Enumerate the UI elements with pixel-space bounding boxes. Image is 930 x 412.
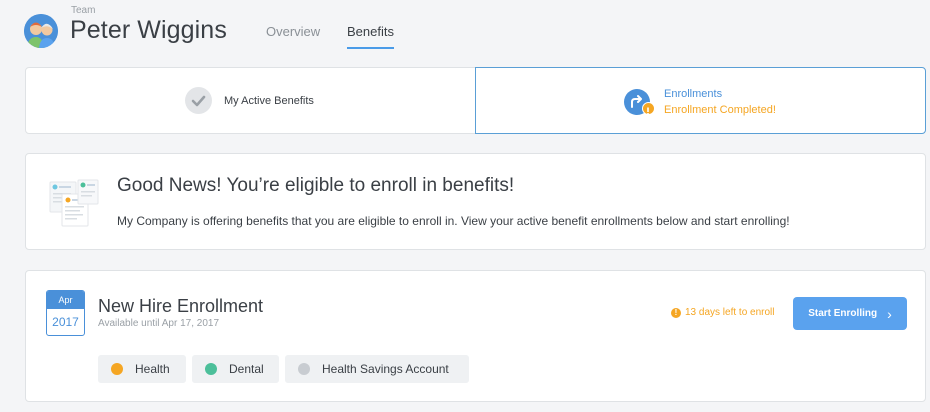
enrollment-status: Enrollment Completed! [664, 104, 776, 116]
benefit-chip-health: Health [98, 355, 186, 383]
tab-overview[interactable]: Overview [266, 24, 320, 39]
checkmark-icon [185, 87, 212, 114]
health-icon [111, 363, 123, 375]
chevron-right-icon: › [887, 305, 892, 322]
calendar-year: 2017 [52, 315, 79, 329]
eligibility-card: Good News! You’re eligible to enroll in … [25, 153, 926, 250]
enrollment-card: Apr 2017 New Hire Enrollment Available u… [25, 270, 926, 402]
enrollment-title: New Hire Enrollment [98, 296, 264, 316]
enrollment-availability: Available until Apr 17, 2017 [98, 318, 220, 329]
warning-icon: ! [671, 307, 681, 318]
documents-illustration-icon [48, 178, 102, 230]
enrollments-card[interactable]: Enrollments Enrollment Completed! [475, 67, 926, 134]
start-enrolling-label: Start Enrolling [808, 308, 878, 319]
umbrella-icon [298, 363, 310, 375]
my-active-benefits-card[interactable]: My Active Benefits [25, 67, 476, 134]
enrollments-title: Enrollments [664, 88, 723, 100]
benefit-chip-label: Health [135, 362, 170, 376]
tooth-icon [205, 363, 217, 375]
avatar [24, 14, 58, 48]
team-label: Team [71, 5, 96, 16]
benefit-chip-label: Health Savings Account [322, 362, 449, 376]
days-left-text: 13 days left to enroll [685, 307, 775, 318]
warning-badge-icon [642, 102, 655, 115]
eligibility-description: My Company is offering benefits that you… [117, 214, 790, 228]
calendar-icon: Apr 2017 [46, 290, 85, 336]
days-left-notice: ! 13 days left to enroll [671, 307, 775, 318]
my-active-benefits-label: My Active Benefits [224, 95, 314, 107]
benefit-chip-label: Dental [229, 362, 264, 376]
benefit-chip-hsa: Health Savings Account [285, 355, 469, 383]
calendar-month: Apr [47, 291, 84, 309]
active-tab-indicator [347, 47, 394, 49]
benefit-chip-dental: Dental [192, 355, 279, 383]
page-title: Peter Wiggins [70, 16, 227, 44]
tab-benefits[interactable]: Benefits [347, 24, 394, 39]
eligibility-title: Good News! You’re eligible to enroll in … [117, 175, 515, 196]
start-enrolling-button[interactable]: Start Enrolling › [793, 297, 907, 330]
